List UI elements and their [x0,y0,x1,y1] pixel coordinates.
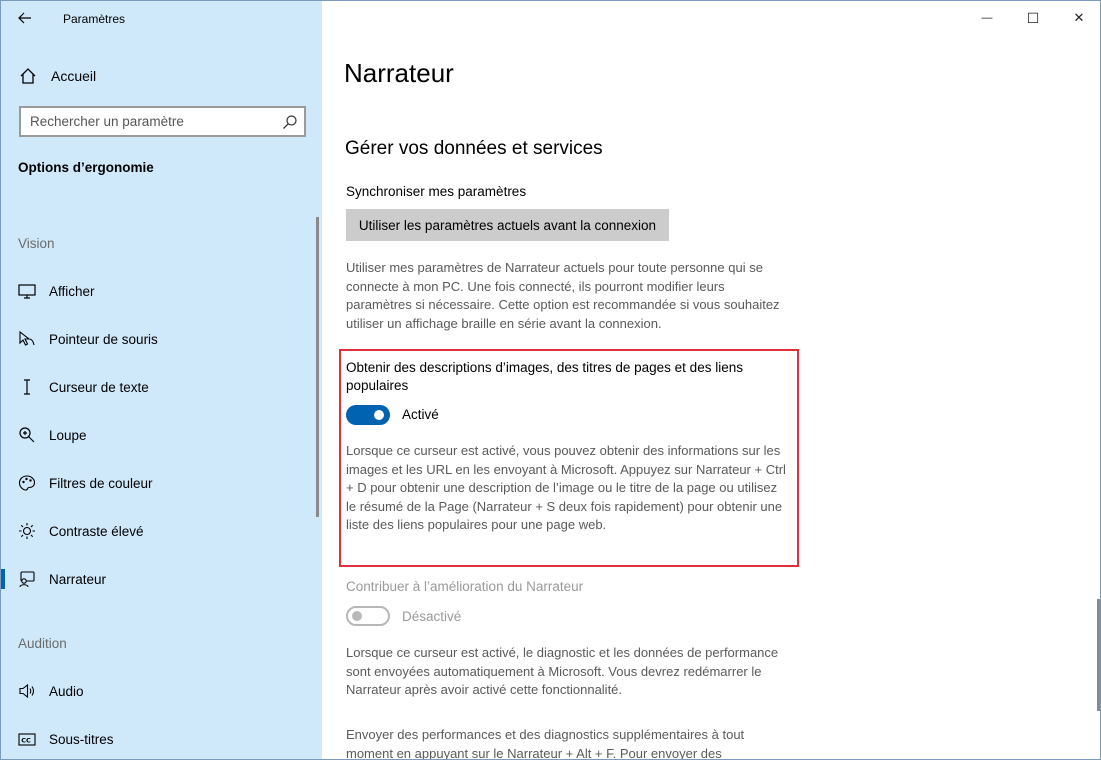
home-icon [20,68,36,84]
image-descriptions-toggle-state: Activé [402,407,439,422]
toggle-knob [352,611,362,621]
sidebar-item-sous-titres[interactable]: CC Sous-titres [1,719,322,759]
sidebar-section-title: Options d’ergonomie [18,160,154,175]
settings-window: Paramètres Accueil Rechercher un paramèt… [0,0,1101,760]
sidebar-item-label: Curseur de texte [49,379,149,395]
sidebar-item-label: Audio [49,683,84,699]
image-descriptions-label: Obtenir des descriptions d’images, des t… [346,360,743,393]
narrator-icon [19,571,35,588]
search-icon [283,115,297,129]
sidebar-item-audio[interactable]: Audio [1,671,322,711]
sidebar-item-loupe[interactable]: Loupe [1,415,322,455]
sync-description: Utiliser mes paramètres de Narrateur act… [346,260,780,331]
sidebar-item-curseur-de-texte[interactable]: Curseur de texte [1,367,322,407]
main-scrollbar[interactable] [1097,599,1100,711]
sidebar-scrollbar[interactable] [316,217,319,517]
toggle-knob [374,410,384,420]
sidebar-item-afficher[interactable]: Afficher [1,271,322,311]
use-current-settings-button[interactable]: Utiliser les paramètres actuels avant la… [346,209,669,241]
page-title: Narrateur [344,58,454,88]
group-label-audition: Audition [18,636,67,651]
closed-captions-icon: CC [18,733,36,746]
image-descriptions-description: Lorsque ce curseur est activé, vous pouv… [346,443,786,532]
sidebar-item-narrateur[interactable]: Narrateur [1,559,322,599]
sidebar-item-label: Contraste élevé [49,523,144,539]
search-input[interactable]: Rechercher un paramètre [19,106,306,137]
group-label-vision: Vision [18,236,55,251]
window-controls: — ☐ ✕ [964,1,1100,35]
text-cursor-icon [24,379,30,395]
sidebar-item-label: Filtres de couleur [49,475,153,491]
minimize-button[interactable]: — [964,1,1010,35]
sidebar-item-contraste-eleve[interactable]: Contraste élevé [1,511,322,551]
sidebar-item-label: Afficher [49,283,95,299]
improve-narrator-toggle[interactable] [346,606,390,626]
maximize-button[interactable]: ☐ [1010,1,1056,35]
back-button[interactable] [13,7,37,29]
maximize-icon: ☐ [1026,9,1040,26]
search-placeholder: Rechercher un paramètre [30,114,184,129]
app-title: Paramètres [63,12,126,26]
sidebar-item-label: Pointeur de souris [49,331,158,347]
extra-description: Envoyer des performances et des diagnost… [346,727,745,760]
close-button[interactable]: ✕ [1056,1,1100,35]
sync-label: Synchroniser mes paramètres [346,184,527,199]
color-filter-icon [18,475,36,491]
close-icon: ✕ [1073,10,1085,25]
brightness-icon [19,523,35,539]
magnifier-icon [19,427,35,443]
svg-text:CC: CC [21,737,31,745]
improve-narrator-description: Lorsque ce curseur est activé, le diagno… [346,645,779,697]
back-arrow-icon [18,12,31,24]
improve-narrator-toggle-state: Désactivé [402,609,462,624]
main-content: — ☐ ✕ Narrateur Gérer vos données et ser… [322,1,1100,760]
monitor-icon [18,284,36,299]
speaker-icon [19,683,35,699]
sidebar-item-label: Loupe [49,427,87,443]
home-label: Accueil [51,68,97,84]
section-title: Gérer vos données et services [345,138,603,159]
minimize-icon: — [981,12,993,24]
sidebar-item-filtres-de-couleur[interactable]: Filtres de couleur [1,463,322,503]
mouse-pointer-icon [19,330,35,346]
image-descriptions-toggle[interactable] [346,405,390,425]
improve-narrator-label: Contribuer à l’amélioration du Narrateur [346,579,584,594]
sidebar: Paramètres Accueil Rechercher un paramèt… [1,1,322,759]
sidebar-item-label: Sous-titres [49,731,114,747]
sidebar-item-pointeur-de-souris[interactable]: Pointeur de souris [1,319,322,359]
sidebar-item-home[interactable]: Accueil [18,65,96,87]
title-bar: Paramètres [1,1,322,35]
sidebar-item-label: Narrateur [49,571,107,587]
